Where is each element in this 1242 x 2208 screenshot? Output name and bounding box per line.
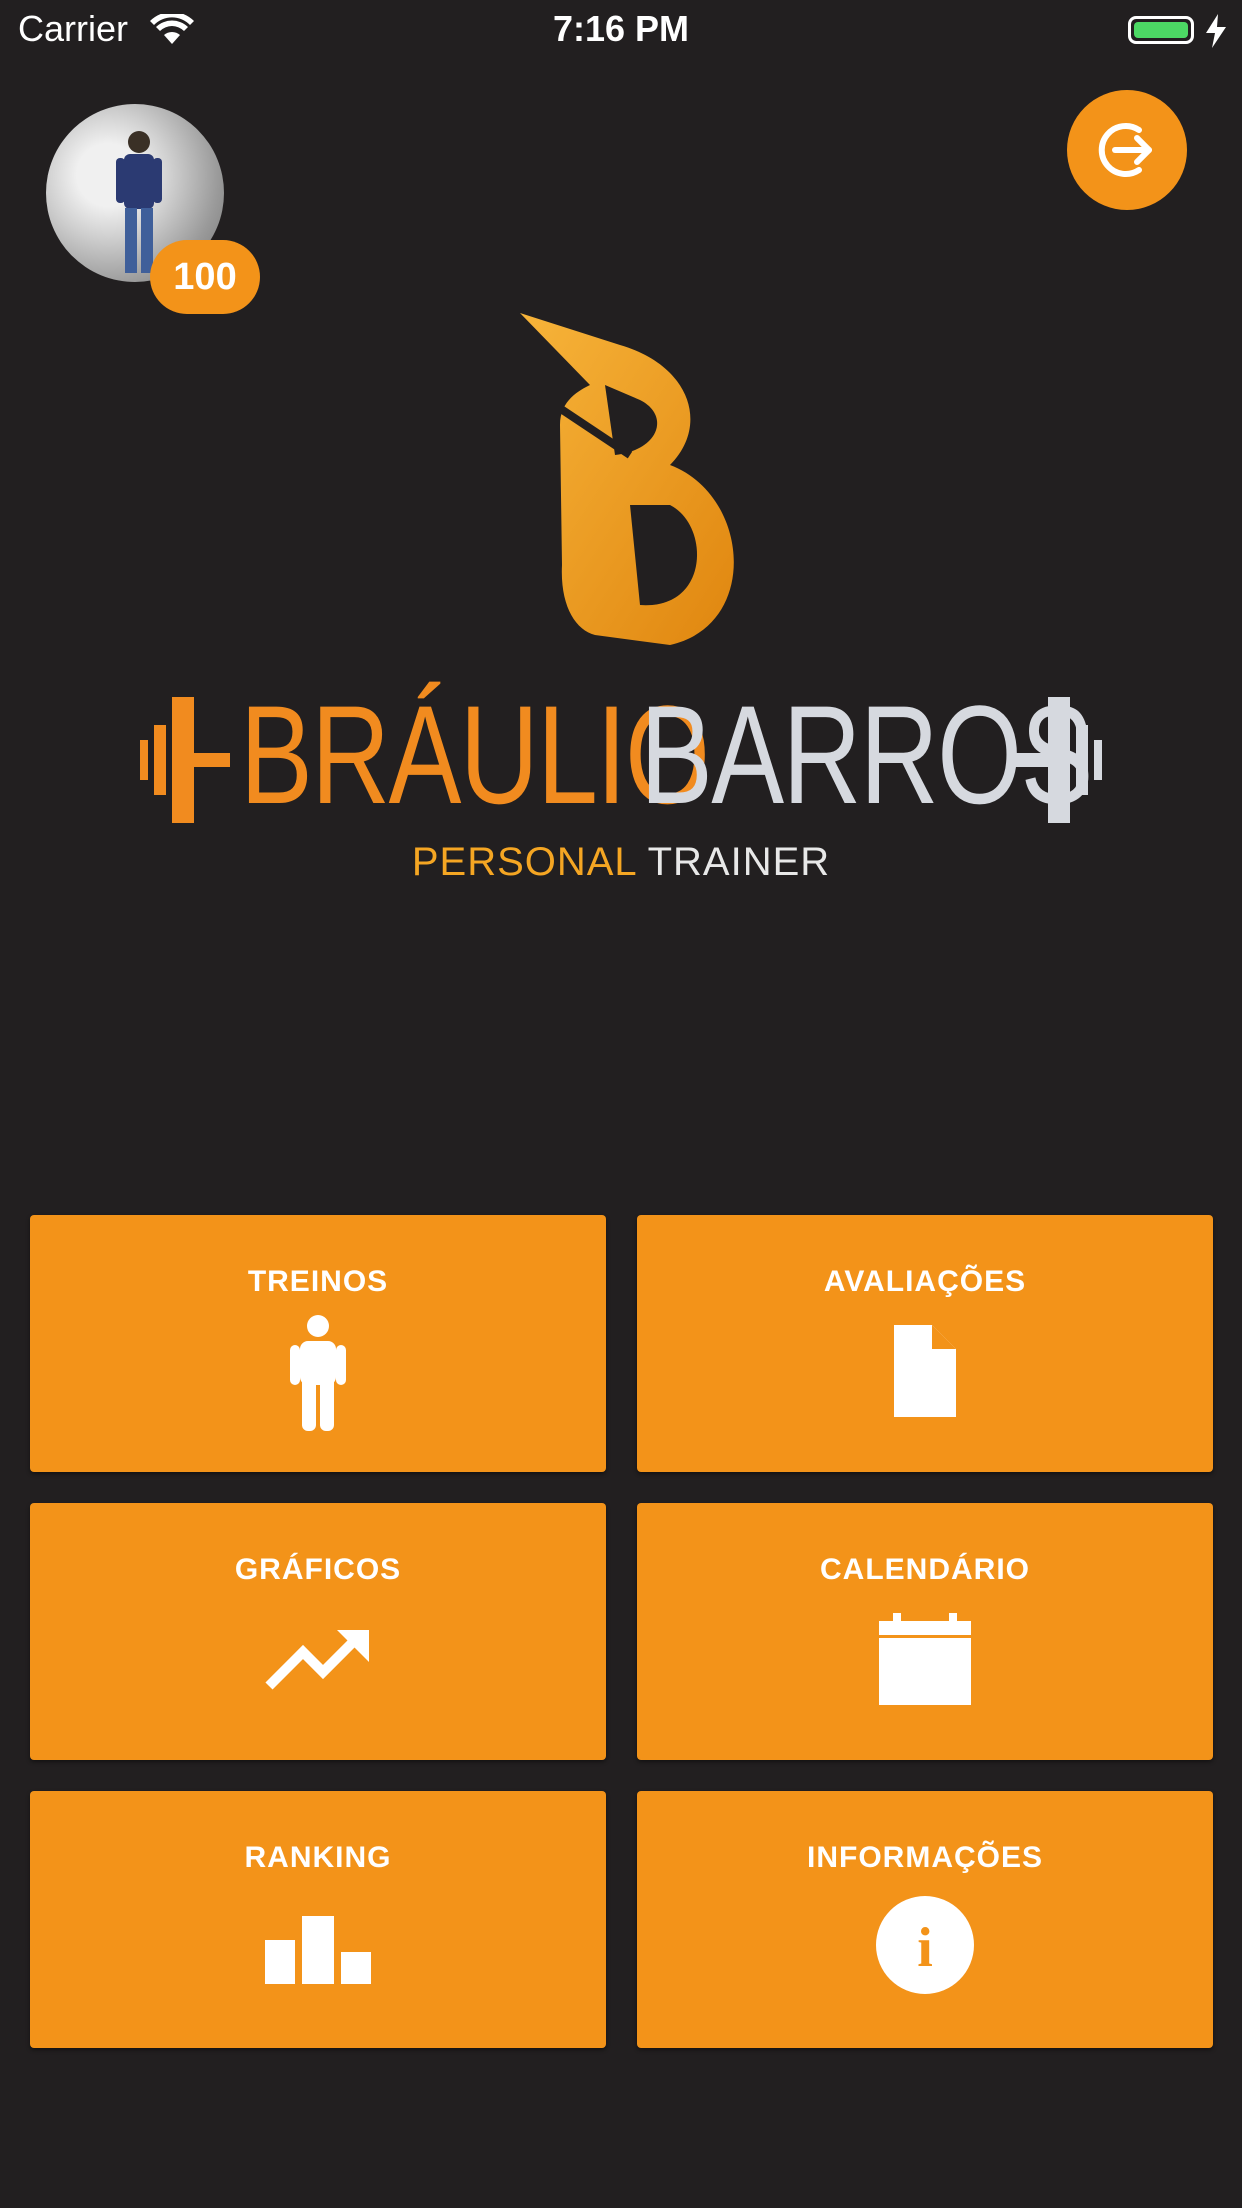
menu-tile-label: AVALIAÇÕES: [823, 1265, 1027, 1298]
logo-b-mark: [520, 313, 734, 645]
logo-subtitle-trainer: TRAINER: [647, 840, 831, 884]
menu-tile-ranking[interactable]: RANKING: [30, 1791, 606, 2048]
document-icon: [894, 1325, 956, 1417]
battery-icon: [1128, 16, 1194, 44]
svg-text:i: i: [917, 1917, 933, 1979]
battery-level: [1134, 22, 1188, 38]
clock: 7:16 PM: [552, 8, 690, 49]
brand-logo: BRÁULIO BARROS PERSONAL TRAINER: [140, 300, 1102, 900]
person-icon: [290, 1315, 346, 1431]
ranking-bars-icon: [265, 1916, 371, 1984]
menu-tile-label: CALENDÁRIO: [820, 1553, 1030, 1586]
menu-tile-informacoes[interactable]: INFORMAÇÕES i: [637, 1791, 1213, 2048]
info-icon: i: [876, 1896, 974, 1994]
logo-name: BRÁULIO BARROS: [140, 685, 1102, 825]
menu-tile-label: GRÁFICOS: [234, 1553, 402, 1586]
logo-first-name: BRÁULIO: [240, 676, 710, 833]
trending-up-icon: [265, 1630, 369, 1690]
charging-bolt-icon: [1206, 14, 1226, 48]
status-bar: Carrier 7:16 PM: [0, 0, 1242, 60]
menu-tile-treinos[interactable]: TREINOS: [30, 1215, 606, 1472]
menu-tile-label: RANKING: [244, 1841, 392, 1874]
logo-subtitle-personal: PERSONAL: [411, 840, 637, 884]
menu-tile-calendario[interactable]: CALENDÁRIO: [637, 1503, 1213, 1760]
menu-tile-avaliacoes[interactable]: AVALIAÇÕES: [637, 1215, 1213, 1472]
dumbbell-right-icon: [1012, 697, 1102, 823]
menu-tile-label: TREINOS: [247, 1265, 389, 1298]
menu-tile-graficos[interactable]: GRÁFICOS: [30, 1503, 606, 1760]
menu-tile-label: INFORMAÇÕES: [807, 1841, 1043, 1874]
logo-subtitle: PERSONAL TRAINER: [140, 840, 1102, 885]
calendar-icon: [879, 1613, 971, 1705]
logout-icon: [1098, 123, 1152, 177]
logout-button[interactable]: [1067, 90, 1187, 210]
